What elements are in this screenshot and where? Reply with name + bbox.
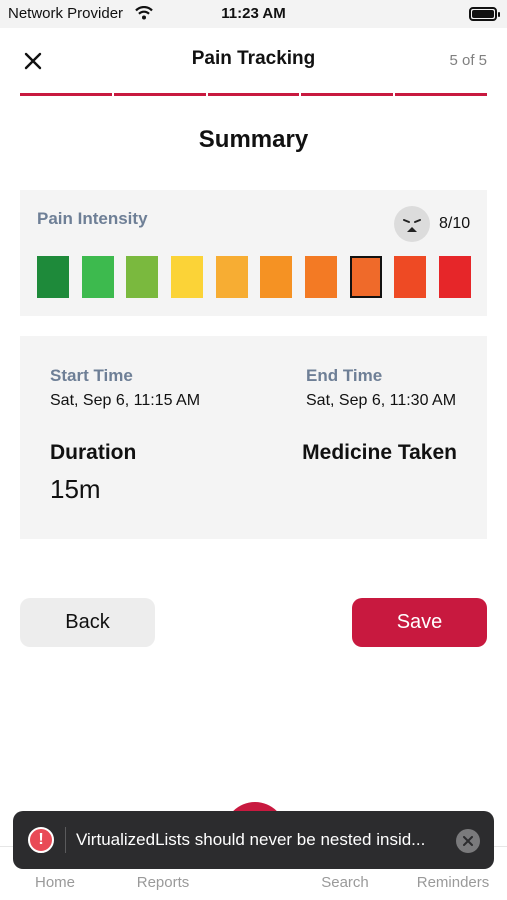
pain-level-3[interactable] <box>126 256 159 298</box>
progress-segment <box>113 93 206 96</box>
pain-score: 8/10 <box>439 215 471 232</box>
duration-label: Duration <box>50 441 137 464</box>
tab-home[interactable]: Home <box>10 874 100 891</box>
start-time-label: Start Time <box>50 366 133 385</box>
close-icon <box>463 836 473 846</box>
end-time-value: Sat, Sep 6, 11:30 AM <box>306 392 457 409</box>
back-button[interactable]: Back <box>20 598 155 647</box>
save-button[interactable]: Save <box>352 598 487 647</box>
pain-level-9[interactable] <box>394 256 427 298</box>
page-header-title: Pain Tracking <box>191 48 316 69</box>
pain-intensity-label: Pain Intensity <box>37 209 148 228</box>
pain-level-2[interactable] <box>81 256 114 298</box>
toast-divider <box>65 827 66 853</box>
status-bar: Network Provider 11:23 AM <box>0 0 507 28</box>
pain-level-8[interactable] <box>349 256 382 298</box>
step-indicator: 5 of 5 <box>449 52 487 69</box>
pain-level-4[interactable] <box>170 256 203 298</box>
step-progress-bar <box>20 93 487 96</box>
summary-title: Summary <box>198 126 309 153</box>
pain-scale <box>37 256 471 298</box>
time-details-card: Start Time Sat, Sep 6, 11:15 AM End Time… <box>20 336 487 539</box>
toast-message: VirtualizedLists should never be nested … <box>76 830 426 849</box>
status-time: 11:23 AM <box>221 5 286 22</box>
tab-reports[interactable]: Reports <box>118 874 208 891</box>
tab-search[interactable]: Search <box>300 874 390 891</box>
tab-reminders[interactable]: Reminders <box>408 874 498 891</box>
pain-level-5[interactable] <box>215 256 248 298</box>
start-time-value: Sat, Sep 6, 11:15 AM <box>50 392 201 409</box>
progress-segment <box>395 93 487 96</box>
pain-intensity-card: Pain Intensity 8/10 <box>20 190 487 316</box>
pain-level-10[interactable] <box>438 256 471 298</box>
pain-level-7[interactable] <box>304 256 337 298</box>
progress-segment <box>301 93 394 96</box>
error-toast[interactable]: ! VirtualizedLists should never be neste… <box>13 811 494 869</box>
toast-close-button[interactable] <box>456 829 480 853</box>
pain-face-icon <box>394 206 430 242</box>
battery-icon <box>469 7 500 21</box>
progress-segment <box>20 93 112 96</box>
duration-value: 15m <box>50 474 101 504</box>
pain-level-6[interactable] <box>260 256 293 298</box>
end-time-label: End Time <box>306 366 383 385</box>
pain-level-1[interactable] <box>37 256 69 298</box>
medicine-taken-label: Medicine Taken <box>302 441 457 464</box>
progress-segment <box>207 93 300 96</box>
error-icon: ! <box>28 827 54 853</box>
